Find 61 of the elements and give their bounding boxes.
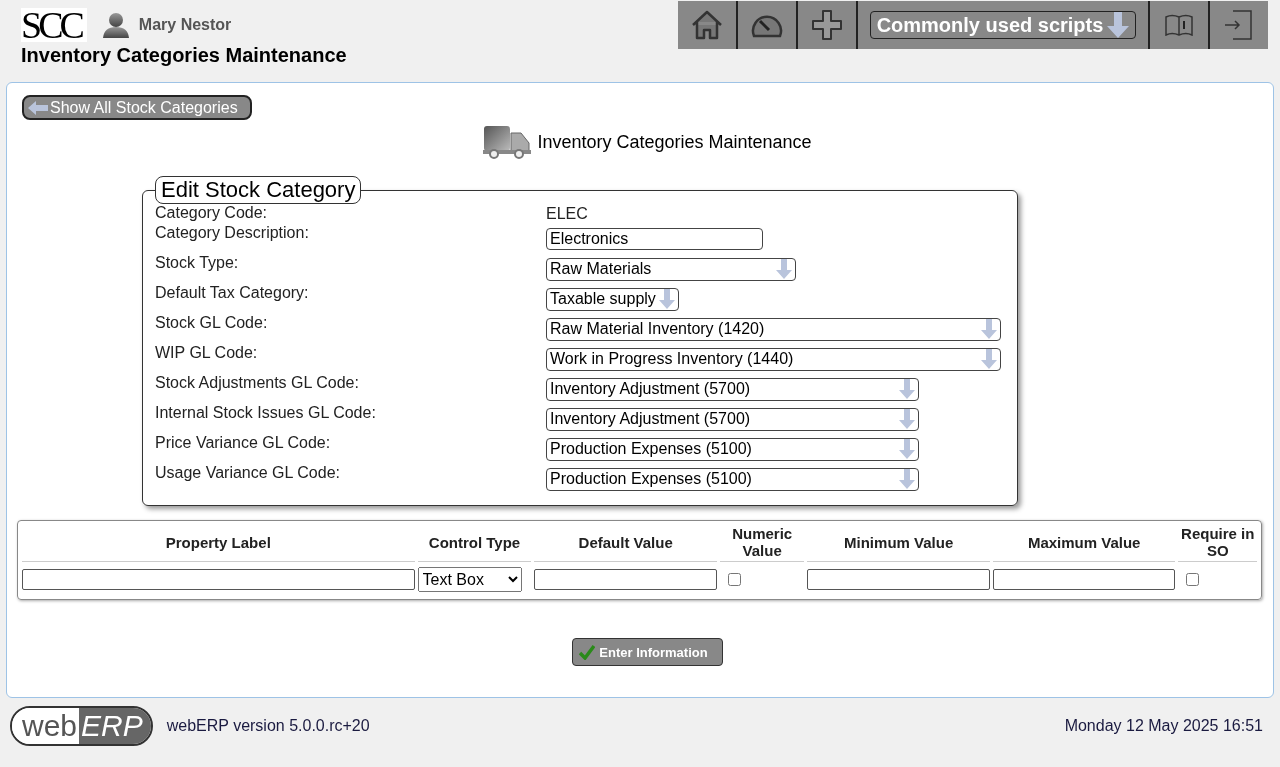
text-field[interactable] [534, 568, 717, 590]
date-time: Monday 12 May 2025 16:51 [1064, 717, 1263, 735]
control-type-select[interactable]: Text Box [417, 566, 522, 592]
checkbox[interactable] [727, 572, 741, 586]
column-header: Control Type [417, 523, 532, 562]
book-icon[interactable] [1165, 14, 1193, 36]
down-arrow-icon [659, 289, 675, 309]
down-arrow-icon [899, 469, 915, 489]
field-label: Default Tax Category: [155, 284, 310, 302]
home-icon[interactable] [691, 10, 723, 40]
down-arrow-icon [1107, 12, 1130, 38]
down-arrow-icon [981, 319, 997, 339]
down-arrow-icon [981, 349, 997, 369]
dropdown-field[interactable]: Inventory Adjustment (5700) [546, 377, 919, 401]
plus-icon[interactable] [811, 9, 843, 41]
exit-door-icon[interactable] [1225, 9, 1253, 41]
user-name[interactable]: Mary Nestor [138, 16, 232, 34]
submit-button[interactable]: Enter Information [572, 638, 723, 666]
user-icon [100, 11, 131, 39]
down-arrow-icon [899, 409, 915, 429]
field-label: Stock Adjustments GL Code: [155, 374, 360, 392]
field-value: ELEC [546, 205, 588, 223]
text-field[interactable] [22, 568, 415, 590]
down-arrow-icon [776, 259, 792, 279]
dropdown-field[interactable]: Work in Progress Inventory (1440) [546, 347, 1001, 371]
field-label: Category Description: [155, 224, 310, 242]
column-header: Numeric Value [719, 523, 805, 562]
scripts-dropdown[interactable]: Commonly used scripts [869, 11, 1137, 39]
column-header: Require in SO [1178, 523, 1257, 562]
field-label: Stock Type: [155, 254, 240, 272]
dropdown-field[interactable]: Production Expenses (5100) [546, 437, 919, 461]
dropdown-field[interactable]: Raw Material Inventory (1420) [546, 317, 1001, 341]
dropdown-field[interactable]: Inventory Adjustment (5700) [546, 407, 919, 431]
column-header: Default Value [534, 523, 717, 562]
field-label: Price Variance GL Code: [155, 434, 332, 452]
dropdown-field[interactable]: Production Expenses (5100) [546, 467, 919, 491]
left-arrow-icon [28, 100, 48, 115]
truck-icon [483, 125, 532, 159]
column-header: Minimum Value [807, 523, 990, 562]
down-arrow-icon [899, 379, 915, 399]
back-button[interactable]: Show All Stock Categories [22, 95, 252, 120]
dropdown-field[interactable]: Taxable supply [546, 287, 679, 311]
checkmark-icon [579, 644, 596, 660]
text-field[interactable] [992, 568, 1176, 590]
field-label: Stock GL Code: [155, 314, 269, 332]
dropdown-field[interactable]: Raw Materials [546, 257, 796, 281]
page-title: Inventory Categories Maintenance [21, 44, 347, 67]
field-label: Usage Variance GL Code: [155, 464, 341, 482]
version-text: webERP version 5.0.0.rc+20 [166, 717, 370, 735]
down-arrow-icon [899, 439, 915, 459]
checkbox[interactable] [1186, 572, 1200, 586]
form-legend: Edit Stock Category [155, 176, 362, 204]
text-field[interactable] [807, 568, 990, 590]
column-header: Maximum Value [992, 523, 1176, 562]
section-heading: Inventory Categories Maintenance [537, 131, 812, 153]
company-logo: SCC [21, 8, 87, 42]
column-header: Property Label [22, 523, 415, 562]
field-label: Category Code: [155, 204, 269, 222]
field-label: WIP GL Code: [155, 344, 259, 362]
field-label: Internal Stock Issues GL Code: [155, 404, 377, 422]
text-field[interactable]: Electronics [546, 228, 763, 250]
